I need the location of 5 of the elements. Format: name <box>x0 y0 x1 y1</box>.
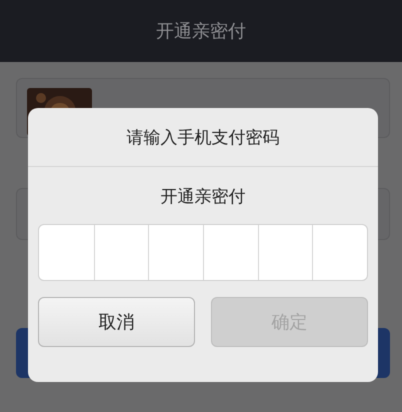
dialog-title: 请输入手机支付密码 <box>126 126 280 148</box>
nav-title: 开通亲密付 <box>156 20 246 43</box>
pin-input-field[interactable] <box>38 224 368 281</box>
dialog-subtitle: 开通亲密付 <box>160 186 246 208</box>
cancel-button[interactable]: 取消 <box>38 297 195 347</box>
